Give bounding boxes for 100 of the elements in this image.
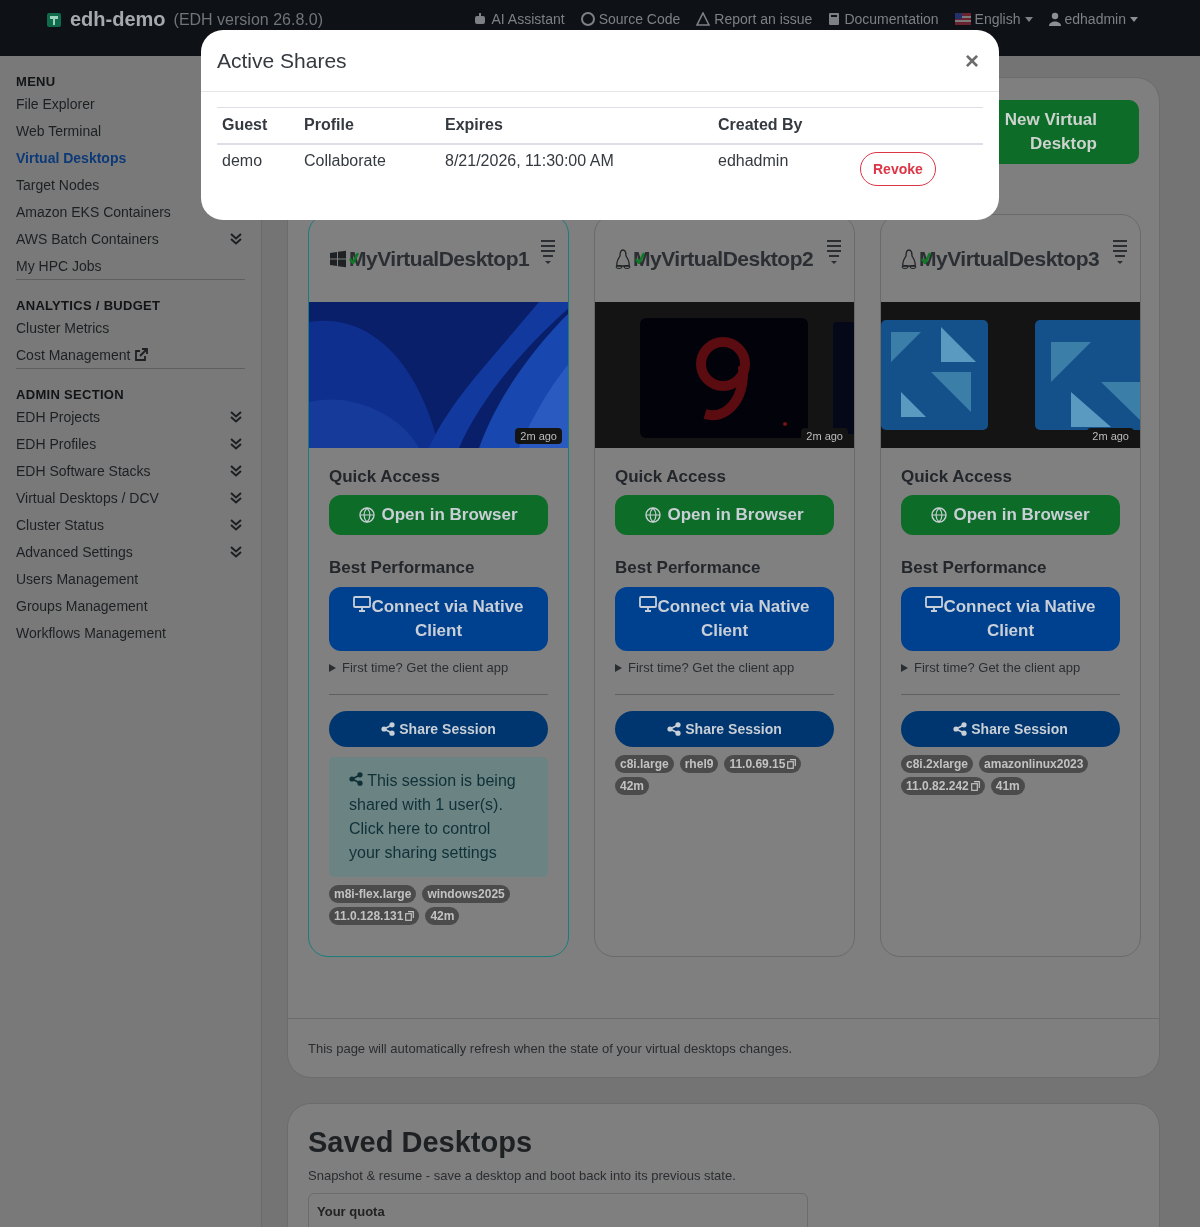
- sidebar-item[interactable]: Cluster Metrics: [16, 314, 245, 341]
- external-link-icon: [134, 347, 149, 362]
- info-tag: rhel9: [679, 755, 719, 773]
- nav-link[interactable]: AI Assistant: [473, 11, 565, 27]
- info-tag: 41m: [990, 777, 1025, 795]
- connect-native-button[interactable]: Connect via Native Client: [329, 587, 548, 651]
- column-header: Guest: [217, 107, 299, 144]
- sidebar-item[interactable]: Virtual Desktops / DCV: [16, 484, 245, 511]
- info-tag: 42m: [615, 777, 650, 795]
- info-tag: 42m: [425, 907, 460, 925]
- share-session-button[interactable]: Share Session: [901, 711, 1120, 747]
- sidebar-item[interactable]: Groups Management: [16, 592, 245, 619]
- sidebar-item[interactable]: My HPC Jobs: [16, 252, 245, 279]
- sidebar-item[interactable]: Workflows Management: [16, 619, 245, 646]
- dialog-title: Active Shares: [217, 48, 347, 73]
- client-app-disclosure[interactable]: First time? Get the client app: [628, 660, 795, 676]
- globe-icon: [931, 507, 948, 523]
- sidebar-item[interactable]: EDH Profiles: [16, 430, 245, 457]
- column-header: Profile: [299, 107, 440, 144]
- refresh-note: This page will automatically refresh when the state of your virtual desktops changes.: [308, 1040, 793, 1056]
- double-chevron-icon: [230, 545, 242, 558]
- section-label: Quick Access: [615, 468, 727, 486]
- monitor-icon: [353, 596, 372, 612]
- table-cell: Collaborate: [299, 143, 440, 190]
- double-chevron-icon: [230, 518, 242, 531]
- timestamp-badge: 2m ago: [515, 428, 562, 444]
- timestamp-badge: 2m ago: [801, 428, 848, 444]
- user-menu[interactable]: edhadmin: [1048, 11, 1138, 27]
- open-in-browser-button[interactable]: Open in Browser: [901, 495, 1120, 535]
- share-icon: [953, 722, 968, 736]
- column-header: Created By: [713, 107, 855, 144]
- language-dropdown[interactable]: English: [954, 11, 1033, 27]
- version-text: (EDH version 26.8.0): [173, 10, 323, 29]
- logo-icon: [46, 11, 62, 28]
- double-chevron-icon: [230, 491, 242, 504]
- share-session-button[interactable]: Share Session: [615, 711, 834, 747]
- user-icon: [1048, 12, 1061, 26]
- info-tag: amazonlinux2023: [979, 755, 1089, 773]
- column-header: Expires: [440, 107, 713, 144]
- client-app-disclosure[interactable]: First time? Get the client app: [342, 660, 509, 676]
- nav-link[interactable]: Report an issue: [696, 11, 813, 27]
- sidebar-item[interactable]: AWS Batch Containers: [16, 225, 245, 252]
- sidebar-item[interactable]: Users Management: [16, 565, 245, 592]
- share-icon: [667, 722, 682, 736]
- info-tag: 11.0.128.131: [329, 907, 420, 925]
- section-label: Best Performance: [901, 559, 1048, 577]
- section-heading: ANALYTICS / BUDGET: [16, 298, 162, 314]
- globe-icon: [645, 507, 662, 523]
- monitor-icon: [925, 596, 944, 612]
- revoke-button[interactable]: Revoke: [860, 152, 936, 186]
- monitor-icon: [639, 596, 658, 612]
- sidebar-item[interactable]: Advanced Settings: [16, 538, 245, 565]
- section-label: Quick Access: [329, 468, 441, 486]
- menu-icon: [540, 239, 556, 265]
- globe-icon: [359, 507, 376, 523]
- quota-label: Your quota: [317, 1204, 386, 1219]
- flag-icon: [954, 13, 971, 25]
- sidebar-item[interactable]: Cluster Status: [16, 511, 245, 538]
- brand-name[interactable]: edh-demo: [70, 8, 166, 31]
- copy-icon: [405, 911, 415, 921]
- client-app-disclosure[interactable]: First time? Get the client app: [914, 660, 1081, 676]
- table-cell: demo: [217, 143, 299, 190]
- timestamp-badge: 2m ago: [1087, 428, 1134, 444]
- info-tag: c8i.2xlarge: [901, 755, 974, 773]
- open-in-browser-button[interactable]: Open in Browser: [615, 495, 834, 535]
- panel-subtitle: Snapshot & resume - save a desktop and boot back into its previous state.: [308, 1168, 737, 1183]
- warning-icon: [696, 12, 711, 26]
- disclosure-triangle-icon: [615, 664, 622, 672]
- section-heading: ADMIN SECTION: [16, 387, 125, 403]
- double-chevron-icon: [230, 410, 242, 423]
- connect-native-button[interactable]: Connect via Native Client: [615, 587, 834, 651]
- double-chevron-icon: [230, 464, 242, 477]
- section-heading: MENU: [16, 74, 57, 90]
- nav-link[interactable]: Source Code: [580, 11, 681, 27]
- nav-link[interactable]: Documentation: [828, 11, 939, 27]
- section-label: Quick Access: [901, 468, 1013, 486]
- caret-icon: [1024, 16, 1033, 22]
- sidebar-item[interactable]: Cost Management: [16, 341, 245, 368]
- share-icon: [381, 722, 396, 736]
- double-chevron-icon: [230, 437, 242, 450]
- connect-native-button[interactable]: Connect via Native Client: [901, 587, 1120, 651]
- info-tag: c8i.large: [615, 755, 674, 773]
- copy-icon: [970, 781, 980, 791]
- panel-title: Saved Desktops: [308, 1125, 534, 1160]
- table-cell: 8/21/2026, 11:30:00 AM: [440, 143, 713, 190]
- info-tag: 11.0.69.15: [724, 755, 802, 773]
- sidebar-item[interactable]: EDH Projects: [16, 403, 245, 430]
- copy-icon: [787, 759, 797, 769]
- close-button[interactable]: ×: [961, 46, 983, 75]
- share-icon: [349, 772, 363, 786]
- section-label: Best Performance: [615, 559, 762, 577]
- open-in-browser-button[interactable]: Open in Browser: [329, 495, 548, 535]
- menu-icon: [826, 239, 842, 265]
- sharing-notice[interactable]: This session is being shared with 1 user(s). Click here to control your sharing settings: [329, 757, 548, 877]
- sidebar-item[interactable]: EDH Software Stacks: [16, 457, 245, 484]
- table-cell: edhadmin: [713, 143, 855, 190]
- menu-icon: [1112, 239, 1128, 265]
- info-tag: m8i-flex.large: [329, 885, 417, 903]
- info-tag: windows2025: [422, 885, 510, 903]
- share-session-button[interactable]: Share Session: [329, 711, 548, 747]
